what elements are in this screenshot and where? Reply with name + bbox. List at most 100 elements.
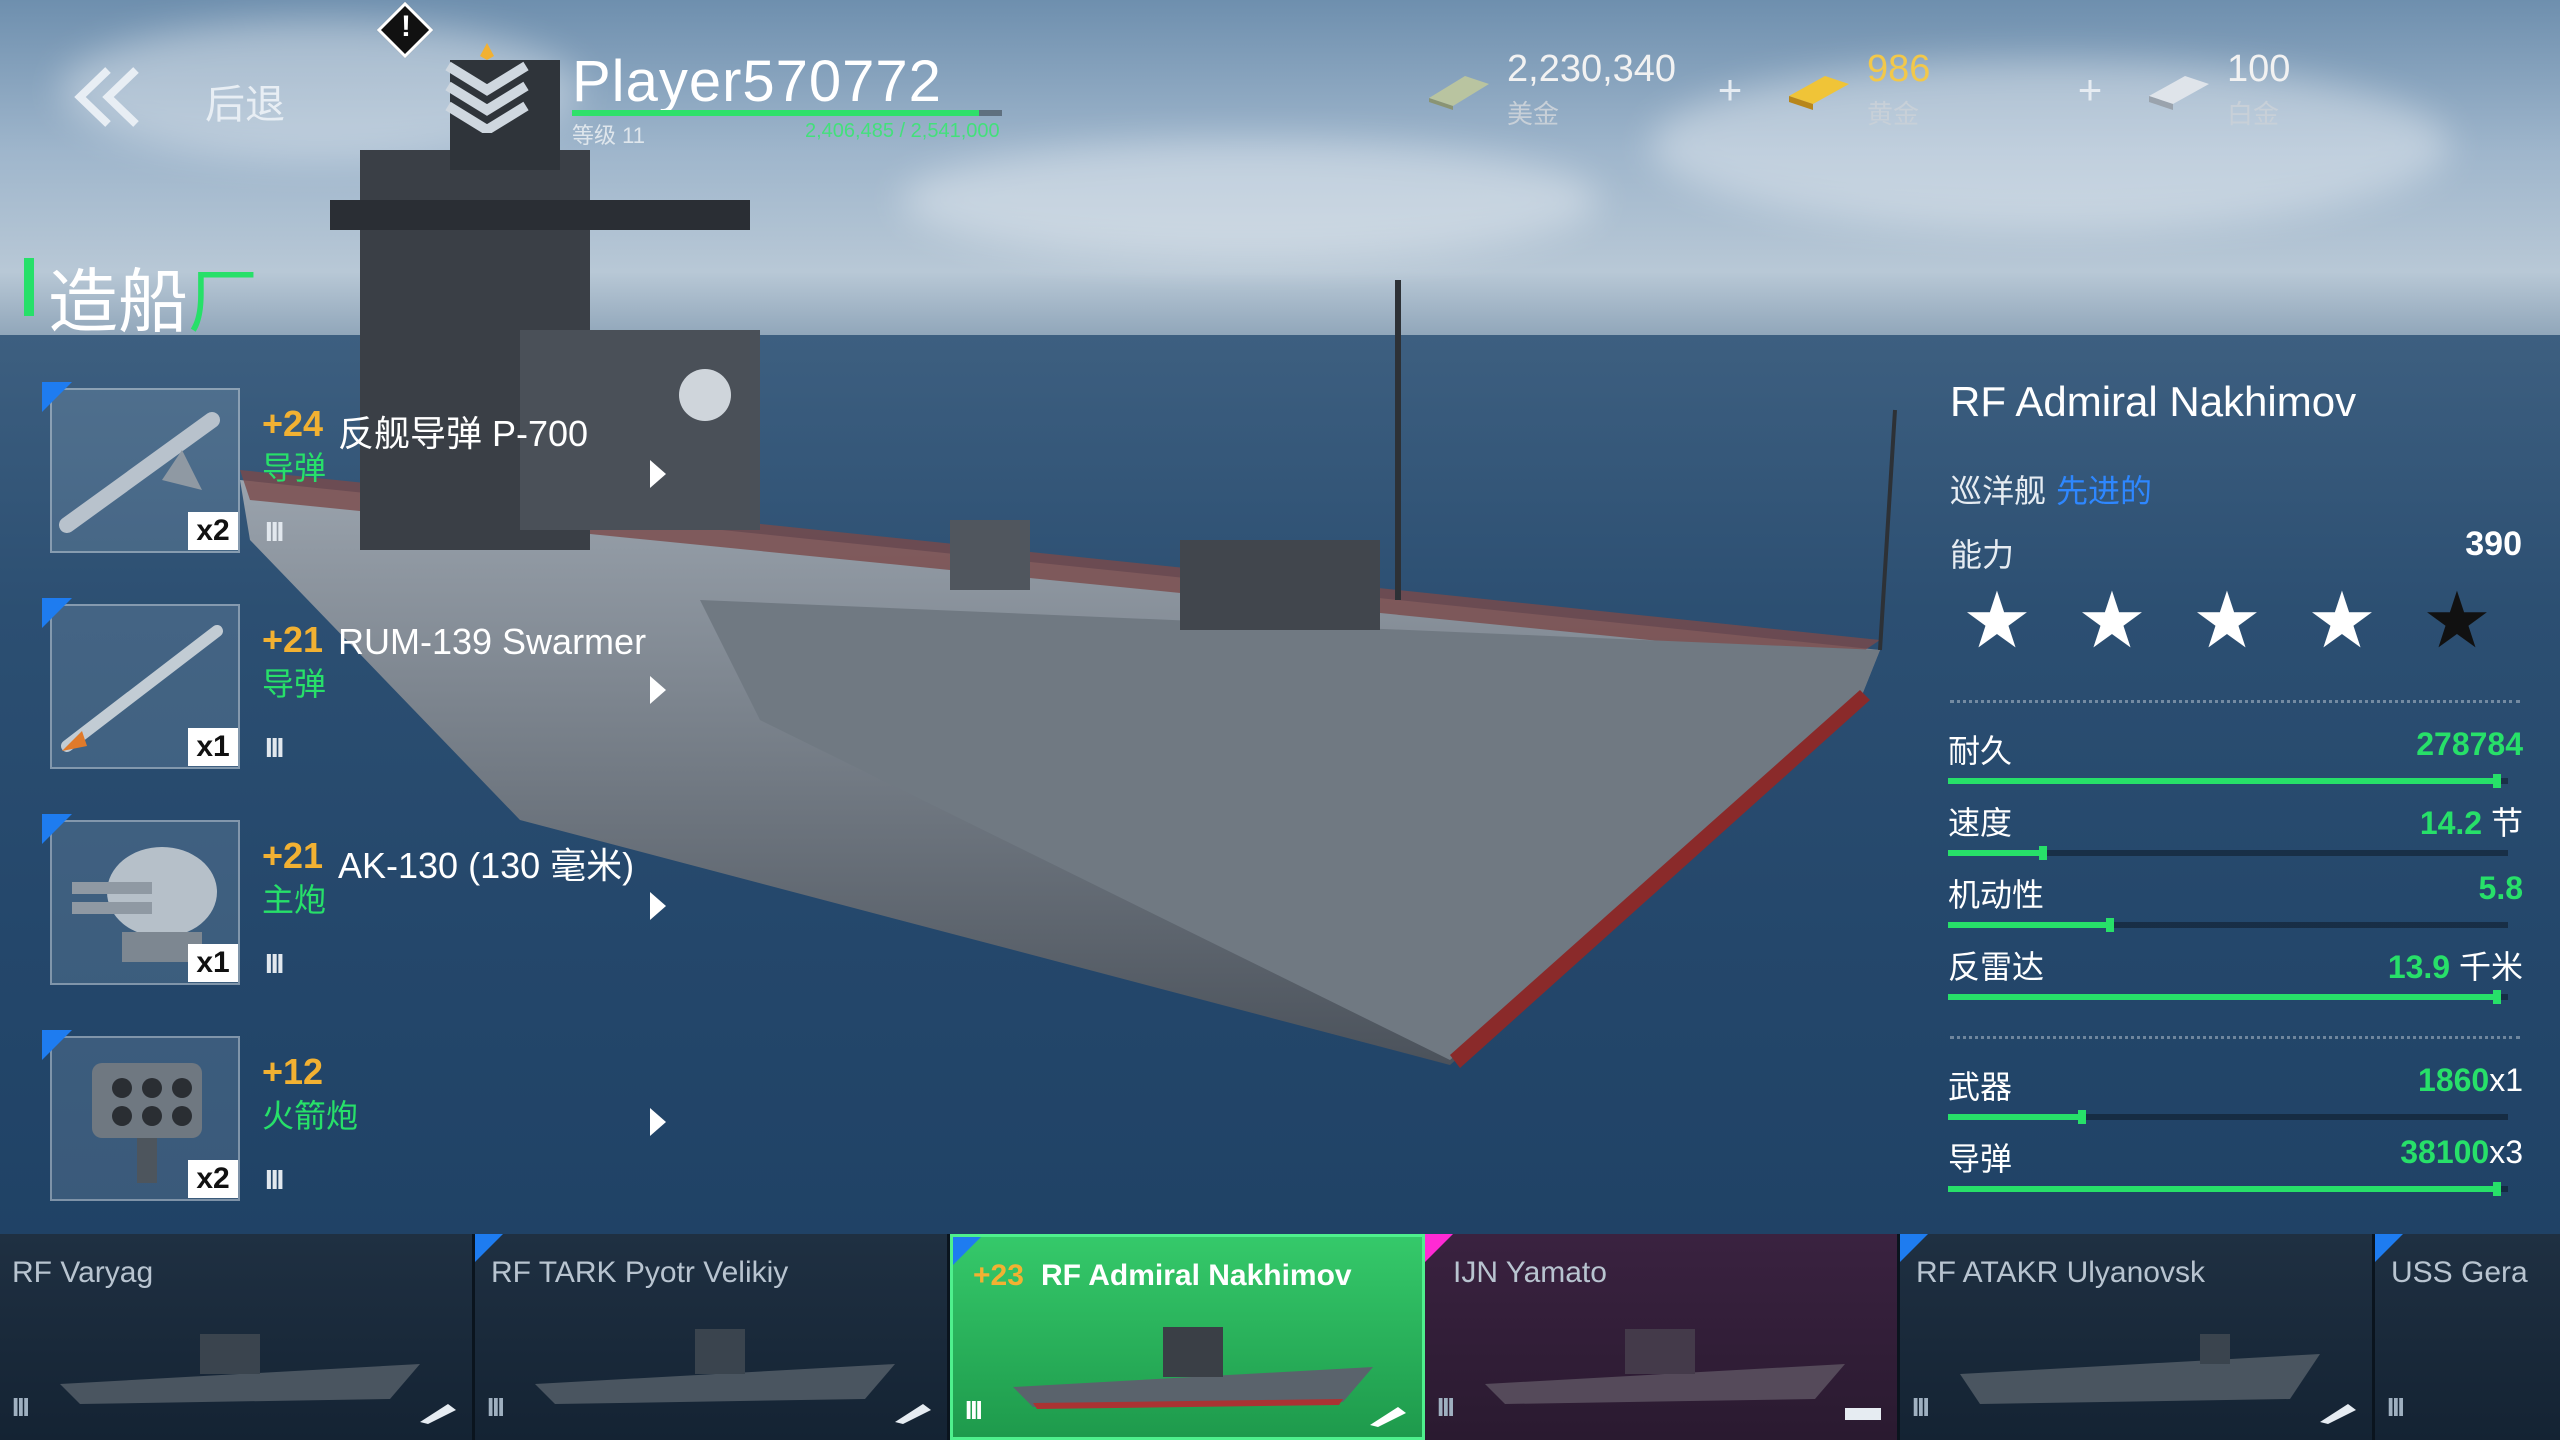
weapon-expand-arrow-icon[interactable] [650,1108,666,1136]
stat-bar [1948,1182,2508,1196]
weapon-tier: III [265,1164,284,1195]
ship-silhouette-icon [1013,1327,1373,1409]
stat-label: 耐久 [1948,733,2013,769]
alert-mark: ! [401,10,411,43]
weapon-tier: III [265,948,284,979]
stat-bar-knob [2078,1110,2087,1124]
ship-card-uss-gera[interactable]: USS Gera III [2375,1234,2560,1440]
stat-bar-knob [2039,846,2048,860]
weapon-slot-2[interactable]: x1 III +21 RUM-139 Swarmer 导弹 [40,598,680,804]
ship-card-yamato[interactable]: IJN Yamato III [1425,1234,1900,1440]
stat-bar-knob [2492,774,2501,788]
stat-value: 278784 [2416,726,2523,763]
title-main: 造船 [48,263,188,341]
ship-silhouette-icon [1485,1329,1845,1404]
dollar-bills-icon [1429,76,1489,110]
back-button-label[interactable]: 后退 [205,72,285,130]
slot-corner-marker [42,598,72,628]
stat-label: 机动性 [1948,877,2045,913]
stat-speed: 速度 14.2 节 [1948,798,2523,860]
stat-bar [1948,990,2508,1004]
stat-bar-fill [1948,778,2497,784]
weapon-name: RUM-139 Swarmer [338,621,647,662]
weapon-tier: III [265,732,284,763]
weapon-slot-4[interactable]: x2 III +12 火箭炮 [40,1030,680,1236]
gold-value: 986 [1867,48,1931,90]
currency-gold: 986 黄金 [1785,48,1985,138]
ship-type-icon [1370,1407,1406,1427]
rank-chevron-icon [445,43,529,133]
ship-card-varyag[interactable]: RF Varyag III [0,1234,475,1440]
stat-unit: x1 [2489,1062,2523,1098]
ship-card-ulyanovsk[interactable]: RF ATAKR Ulyanovsk III [1900,1234,2375,1440]
weapon-level: +21 [262,619,324,660]
title-accent: 厂 [188,263,258,341]
platinum-bars-icon [2149,76,2209,110]
stat-bar-fill [1948,1186,2497,1192]
slot-corner-marker [42,1030,72,1060]
stat-number: 14.2 [2419,805,2483,841]
ship-card-tier: III [12,1392,30,1422]
weapon-level: +21 [262,835,324,876]
weapon-expand-arrow-icon[interactable] [650,676,666,704]
ship-card-tier: III [965,1395,983,1425]
currency-platinum: 100 白金 [2145,48,2345,138]
ship-type-icon [1845,1408,1881,1420]
weapon-count: x2 [188,512,238,550]
star-rating: ★ ★ ★ ★ ★ [1962,580,2522,660]
ship-name: RF Admiral Nakhimov [1950,378,2357,425]
weapon-expand-arrow-icon[interactable] [650,460,666,488]
stat-number: 1860 [2418,1062,2490,1098]
stat-number: 278784 [2416,726,2523,762]
ship-type-icon [2320,1404,2356,1424]
ship-card-tier: III [2387,1392,2405,1422]
stat-label: 导弹 [1948,1141,2013,1177]
weapon-count: x1 [188,944,238,982]
star-filled-icon: ★ [2307,576,2377,664]
stat-bar [1948,1110,2508,1124]
player-name[interactable]: Player570772 [572,48,942,115]
stat-bar-fill [1948,850,2044,856]
ship-class: 巡洋舰 先进的 [1950,466,2152,512]
ship-class-label: 巡洋舰 [1950,473,2047,509]
stat-label: 反雷达 [1948,949,2045,985]
player-level: 等级 11 [572,123,645,148]
page-title: 造船厂 [48,246,258,347]
weapon-name: 反舰导弹 P-700 [338,413,589,454]
stat-maneuverability: 机动性 5.8 [1948,870,2523,932]
xp-text: 2,406,485 / 2,541,000 [805,120,1000,142]
weapon-name: AK-130 (130 毫米) [338,845,635,886]
stat-value: 1860x1 [2418,1062,2523,1099]
weapon-expand-arrow-icon[interactable] [650,892,666,920]
ship-card-tier: III [1437,1392,1455,1422]
weapon-slot-3[interactable]: x1 III +21 AK-130 (130 毫米) 主炮 [40,814,680,1020]
ship-silhouette-icon [535,1329,895,1404]
ship-card-level: +23 [973,1259,1024,1292]
stat-unit: 节 [2490,805,2523,841]
ship-type-icon [420,1404,456,1424]
gold-bars-icon [1789,76,1849,110]
stat-anti-radar: 反雷达 13.9 千米 [1948,942,2523,1004]
stat-bar [1948,918,2508,932]
weapon-type: 火箭炮 [262,1098,359,1134]
ship-card-name: RF Admiral Nakhimov [1041,1259,1352,1292]
add-dollars-button[interactable]: + [1710,69,1750,111]
ship-card-pyotr-velikiy[interactable]: RF TARK Pyotr Velikiy III [475,1234,950,1440]
ship-card-name: IJN Yamato [1453,1256,1607,1289]
weapon-level: +24 [262,403,324,444]
stat-weapons: 武器 1860x1 [1948,1062,2523,1124]
ship-card-name: USS Gera [2391,1256,2528,1289]
weapon-slot-1[interactable]: x2 III +24 反舰导弹 P-700 导弹 [40,382,680,588]
ship-card-admiral-nakhimov[interactable]: +23 RF Admiral Nakhimov III [950,1234,1425,1440]
stat-value: 38100x3 [2400,1134,2523,1171]
divider [1950,1036,2520,1039]
add-gold-button[interactable]: + [2070,69,2110,111]
weapon-count: x1 [188,728,238,766]
title-accent-bar [24,258,34,316]
back-chevron-icon[interactable] [70,62,150,132]
platinum-value: 100 [2227,48,2291,90]
xp-bar-fill [572,110,980,116]
currency-dollars: 2,230,340 美金 [1425,48,1685,138]
dollars-value: 2,230,340 [1507,48,1677,90]
stat-value: 14.2 节 [2420,798,2523,844]
